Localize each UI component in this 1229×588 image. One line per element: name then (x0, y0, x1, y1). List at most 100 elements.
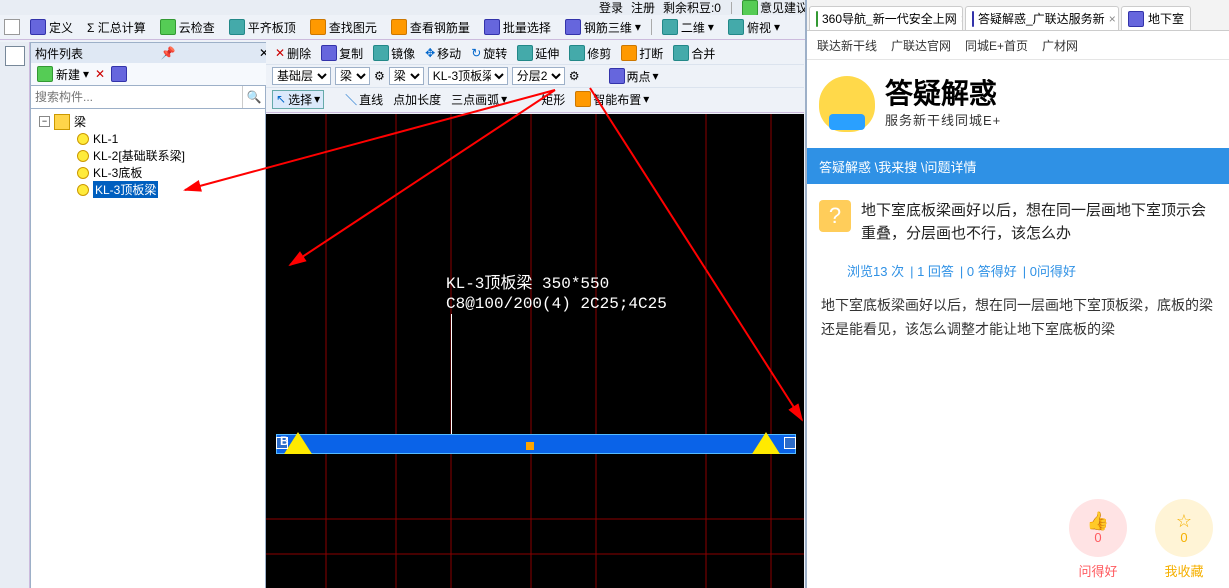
ct-copy[interactable]: 复制 (318, 45, 366, 62)
ct-rotate[interactable]: ↻旋转 (468, 45, 510, 62)
arc3-tool[interactable]: 三点画弧▾ (448, 91, 510, 108)
ortho-icon (728, 19, 744, 35)
register-link[interactable]: 注册 (631, 0, 655, 16)
draw-mode[interactable]: 两点▾ (606, 68, 662, 85)
batch-icon (484, 19, 500, 35)
question-body: 地下室底板梁画好以后，想在同一层画地下室顶板梁，底板的梁还是能看见，该怎么调整才… (807, 290, 1229, 346)
question-stats: 浏览13 次| 1 回答| 0 答得好| 0问得好 (807, 261, 1229, 290)
leaf-icon (77, 184, 89, 196)
tree-root[interactable]: − 梁 (31, 113, 265, 130)
search-input[interactable] (31, 86, 242, 108)
tab-360[interactable]: 360导航_新一代安全上网× (809, 6, 963, 30)
select-tool[interactable]: ↖选择▾ (272, 90, 324, 109)
tree-leaf[interactable]: KL-3底板 (31, 164, 265, 181)
ct-mirror[interactable]: 镜像 (370, 45, 418, 62)
bookmark-bar: 联达新干线 广联达官网 同城E+首页 广材网 (807, 31, 1229, 60)
brand-title: 答疑解惑 (885, 79, 1001, 110)
thumb-up-icon: 👍 (1087, 512, 1109, 530)
drawing-canvas[interactable]: KL-3顶板梁 350*550 C8@100/200(4) 2C25;4C25 … (266, 114, 804, 588)
canvas-toolbar: ✕删除 复制 镜像 ✥移动 ↻旋转 延伸 修剪 打断 合并 基础层 梁 ⚙ 梁 … (266, 42, 804, 113)
cat-select[interactable]: 梁 (335, 67, 370, 85)
extend-icon (517, 45, 533, 61)
browser-pane: 360导航_新一代安全上网× 答疑解惑_广联达服务新× 地下室 联达新干线 广联… (805, 0, 1229, 588)
cat-cfg-icon[interactable]: ⚙ (374, 69, 385, 83)
feedback-icon (742, 0, 758, 16)
question-title: 地下室底板梁画好以后，想在同一层画地下室顶示会重叠，分层画也不行，该怎么办 (861, 200, 1219, 245)
tab-close-icon[interactable]: × (1109, 12, 1116, 26)
fav-2[interactable]: 广联达官网 (891, 37, 951, 54)
ct-move[interactable]: ✥移动 (422, 45, 464, 62)
smart-icon (575, 91, 591, 107)
layer-cfg-icon[interactable]: ⚙ (569, 69, 580, 83)
mirror-icon (373, 45, 389, 61)
vote-up-button[interactable]: 👍0 (1069, 499, 1127, 557)
tab-faq[interactable]: 答疑解惑_广联达服务新× (965, 6, 1119, 30)
star-icon: ☆ (1176, 512, 1192, 530)
expand-icon[interactable]: − (39, 116, 50, 127)
twopoint-icon (609, 68, 625, 84)
tab-close-icon[interactable]: × (961, 12, 963, 26)
site-brand: 答疑解惑 服务新干线同城E+ (807, 60, 1229, 148)
smart-tool[interactable]: 智能布置▾ (572, 91, 652, 108)
rect-tool[interactable]: 矩形 (538, 91, 568, 108)
tab-icon-faq (972, 11, 974, 27)
beam-dim-line1: KL-3顶板梁 350*550 (446, 274, 609, 294)
ct-break[interactable]: 打断 (618, 45, 666, 62)
tb-batch-select[interactable]: 批量选择 (480, 18, 555, 37)
addlen-tool[interactable]: 点加长度 (390, 91, 444, 108)
leftstrip-btn-1[interactable] (5, 46, 25, 66)
component-tree[interactable]: − 梁 KL-1KL-2[基础联系梁]KL-3底板KL-3顶板梁 (30, 109, 266, 588)
browser-tabs: 360导航_新一代安全上网× 答疑解惑_广联达服务新× 地下室 (807, 0, 1229, 31)
leaf-icon (77, 133, 89, 145)
tb-find[interactable]: 查找图元 (306, 18, 381, 37)
tab-basement[interactable]: 地下室 (1121, 6, 1191, 30)
leader-line (451, 314, 452, 434)
tab-icon-360 (816, 11, 818, 27)
breadcrumb[interactable]: 答疑解惑 \我来搜 \问题详情 (807, 148, 1229, 184)
fav-1[interactable]: 联达新干线 (817, 37, 877, 54)
new-button[interactable]: 新建 ▾ (37, 66, 89, 83)
tb-define[interactable]: 定义 (26, 18, 77, 37)
panel-pin-icon[interactable]: 📌 (161, 46, 176, 60)
login-link[interactable]: 登录 (599, 0, 623, 16)
beam-dim-line2: C8@100/200(4) 2C25;4C25 (446, 294, 667, 314)
copy-tree-icon[interactable] (111, 66, 127, 82)
search-button[interactable]: 🔍 (242, 86, 265, 108)
delete-tree-icon[interactable]: ✕ (95, 67, 105, 81)
tb-cloud-check[interactable]: 云检查 (156, 18, 219, 37)
ct-extend[interactable]: 延伸 (514, 45, 562, 62)
feedback-link[interactable]: 意见建议 (742, 0, 808, 16)
tb-sum[interactable]: Σ 汇总计算 (83, 18, 150, 37)
vote-up-label: 问得好 (1069, 561, 1127, 580)
favorite-label: 我收藏 (1155, 561, 1213, 580)
beam-mid-grip[interactable] (526, 442, 534, 450)
tree-leaf[interactable]: KL-3顶板梁 (31, 181, 265, 198)
fav-4[interactable]: 广材网 (1042, 37, 1078, 54)
view-2d[interactable]: 二维▾ (658, 18, 718, 37)
ct-merge[interactable]: 合并 (670, 45, 718, 62)
brand-subtitle: 服务新干线同城E+ (885, 110, 1001, 129)
app-menu-icon[interactable] (4, 19, 20, 35)
find-icon (310, 19, 326, 35)
favorite-button[interactable]: ☆0 (1155, 499, 1213, 557)
sub-select[interactable]: 梁 (389, 67, 424, 85)
grid-lines (266, 114, 804, 588)
tree-leaf[interactable]: KL-2[基础联系梁] (31, 147, 265, 164)
floor-select[interactable]: 基础层 (272, 67, 331, 85)
tree-leaf[interactable]: KL-1 (31, 130, 265, 147)
tb-rebar-qty[interactable]: 查看钢筋量 (387, 18, 474, 37)
tb-rebar-3d[interactable]: 钢筋三维▾ (561, 18, 645, 37)
view-ortho[interactable]: 俯视▾ (724, 18, 784, 37)
left-strip (0, 42, 30, 588)
tb-flush-top[interactable]: 平齐板顶 (225, 18, 300, 37)
fav-3[interactable]: 同城E+首页 (965, 37, 1028, 54)
layer-select[interactable]: 分层2 (512, 67, 565, 85)
ct-del[interactable]: ✕删除 (272, 45, 314, 62)
beam-end-grip[interactable] (784, 437, 796, 449)
copy2-icon (321, 45, 337, 61)
member-select[interactable]: KL-3顶板梁 (428, 67, 508, 85)
beam-end-marker[interactable] (752, 432, 780, 454)
beam-element[interactable] (276, 434, 796, 454)
line-tool[interactable]: ＼直线 (342, 91, 386, 108)
ct-trim[interactable]: 修剪 (566, 45, 614, 62)
